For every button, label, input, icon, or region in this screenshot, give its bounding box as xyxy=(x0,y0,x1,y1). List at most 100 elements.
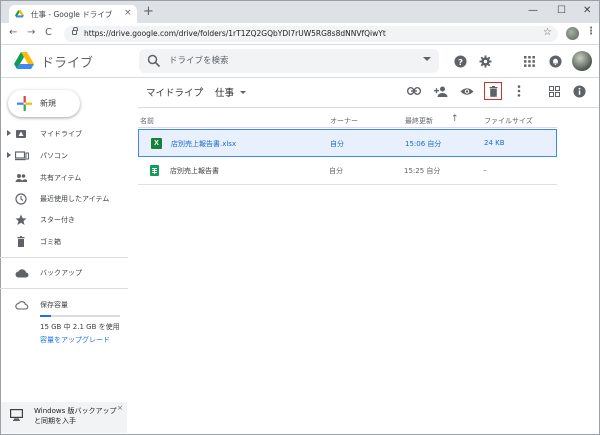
browser-menu-icon[interactable]: ⋮ xyxy=(586,26,596,37)
column-header-owner[interactable]: オーナー xyxy=(330,116,358,126)
app-name: ドライブ xyxy=(41,56,94,71)
help-icon[interactable]: ? xyxy=(452,53,468,69)
row-divider xyxy=(138,184,557,185)
shared-icon xyxy=(15,174,27,182)
backup-promo[interactable]: Windows 版バックアップと同期を入手 × xyxy=(1,402,127,433)
plus-icon xyxy=(17,96,32,111)
file-row[interactable]: X 店別売上報告書.xlsx 自分 15:06 自分 24 KB xyxy=(138,129,557,157)
new-tab-button[interactable]: + xyxy=(143,5,154,19)
sidebar-item-trash[interactable]: ゴミ箱 xyxy=(0,232,128,252)
breadcrumb-current-folder[interactable]: 仕事 xyxy=(215,85,234,99)
breadcrumb-my-drive[interactable]: マイドライブ xyxy=(146,85,203,99)
expand-arrow-icon[interactable] xyxy=(7,130,11,136)
my-drive-icon xyxy=(16,130,26,138)
excel-file-icon: X xyxy=(151,138,162,149)
sidebar-divider xyxy=(0,288,128,289)
header-divider xyxy=(1,77,599,78)
sheets-file-icon xyxy=(150,165,159,176)
more-actions-icon[interactable] xyxy=(510,82,528,100)
notifications-icon[interactable] xyxy=(547,53,563,69)
expand-arrow-icon[interactable] xyxy=(7,152,11,158)
drive-header: ドライブ ? xyxy=(1,45,599,77)
forward-button[interactable]: → xyxy=(27,27,35,39)
search-input[interactable] xyxy=(169,53,409,69)
url-text: https://drive.google.com/drive/folders/1… xyxy=(84,29,386,38)
drive-logo-icon[interactable] xyxy=(14,52,34,70)
sidebar-item-label: パソコン xyxy=(40,152,68,160)
info-icon[interactable] xyxy=(570,82,588,100)
sidebar-item-computers[interactable]: パソコン xyxy=(0,146,128,166)
tab-title: 仕事 - Google ドライブ xyxy=(31,10,113,19)
header-row-divider xyxy=(138,127,557,128)
remove-trash-button[interactable] xyxy=(484,82,502,100)
address-bar[interactable]: https://drive.google.com/drive/folders/1… xyxy=(64,26,558,42)
grid-view-icon[interactable] xyxy=(545,82,563,100)
preview-eye-icon[interactable] xyxy=(458,82,476,100)
sort-arrow-icon[interactable]: ↑ xyxy=(451,114,459,124)
computers-icon xyxy=(15,151,29,161)
reload-button[interactable]: C xyxy=(45,27,52,39)
toolbar-divider xyxy=(138,107,599,108)
sidebar-item-starred[interactable]: スター付き xyxy=(0,210,128,230)
file-name: 店別売上報告書.xlsx xyxy=(171,140,237,148)
share-add-person-icon[interactable] xyxy=(432,82,450,100)
sidebar-item-shared[interactable]: 共有アイテム xyxy=(0,168,128,188)
account-avatar[interactable] xyxy=(572,51,592,71)
browser-profile-avatar[interactable] xyxy=(566,27,579,40)
sidebar-item-storage[interactable]: 保存容量 xyxy=(0,295,128,315)
backup-promo-text: Windows 版バックアップと同期を入手 xyxy=(34,407,117,425)
computer-icon xyxy=(10,409,23,421)
sidebar-item-my-drive[interactable]: マイドライブ xyxy=(0,124,128,144)
get-link-icon[interactable] xyxy=(405,82,423,100)
settings-gear-icon[interactable] xyxy=(477,53,493,69)
apps-grid-icon[interactable] xyxy=(521,53,537,69)
svg-text:?: ? xyxy=(458,56,463,66)
sidebar-item-label: ゴミ箱 xyxy=(40,238,61,246)
minimize-button[interactable]: — xyxy=(528,5,538,17)
file-row[interactable]: 店別売上報告書 自分 15:25 自分 – xyxy=(138,157,557,185)
back-button[interactable]: ← xyxy=(9,27,17,39)
storage-progress-fill xyxy=(40,315,52,317)
storage-label: 保存容量 xyxy=(40,301,68,309)
search-box[interactable] xyxy=(139,49,439,73)
folder-menu-caret-icon[interactable] xyxy=(240,91,246,94)
search-options-icon[interactable] xyxy=(423,57,431,61)
sidebar-item-label: バックアップ xyxy=(40,269,82,277)
file-name: 店別売上報告書 xyxy=(170,167,219,175)
drive-favicon-icon xyxy=(15,10,24,18)
search-icon[interactable] xyxy=(147,54,161,68)
column-header-modified[interactable]: 最終更新 xyxy=(405,116,433,126)
file-size: – xyxy=(483,166,487,174)
close-icon[interactable]: × xyxy=(117,404,123,412)
storage-usage-text: 15 GB 中 2.1 GB を使用 xyxy=(40,323,120,331)
tab-close-icon[interactable]: × xyxy=(124,8,132,18)
breadcrumb-separator: › xyxy=(200,84,204,95)
file-size: 24 KB xyxy=(484,139,505,147)
new-button-label: 新規 xyxy=(40,99,56,108)
column-header-size[interactable]: ファイルサイズ xyxy=(484,116,533,126)
cloud-outline-icon xyxy=(15,301,29,310)
new-button[interactable]: 新規 xyxy=(8,90,80,117)
file-owner: 自分 xyxy=(329,167,343,175)
lock-icon xyxy=(72,27,78,35)
trash-icon xyxy=(489,85,497,97)
column-header-name[interactable]: 名前 xyxy=(140,116,154,126)
bookmark-star-icon[interactable]: ☆ xyxy=(543,27,552,38)
browser-toolbar: ← → C https://drive.google.com/drive/fol… xyxy=(1,23,599,45)
file-modified: 15:06 自分 xyxy=(405,140,442,148)
sidebar-item-backups[interactable]: バックアップ xyxy=(0,263,128,283)
recent-icon xyxy=(15,193,27,205)
browser-tab[interactable]: 仕事 - Google ドライブ × xyxy=(9,5,137,23)
maximize-button[interactable]: ☐ xyxy=(557,5,566,17)
cloud-icon xyxy=(15,269,29,278)
trash-icon xyxy=(17,236,25,247)
upgrade-storage-link[interactable]: 容量をアップグレード xyxy=(40,335,110,345)
sidebar-item-recent[interactable]: 最近使用したアイテム xyxy=(0,189,128,209)
star-icon xyxy=(15,214,27,225)
file-owner: 自分 xyxy=(330,140,344,148)
close-window-button[interactable]: ✕ xyxy=(583,5,591,17)
browser-tabstrip: 仕事 - Google ドライブ × + — ☐ ✕ xyxy=(1,1,599,23)
file-modified: 15:25 自分 xyxy=(404,167,441,175)
sidebar-item-label: 共有アイテム xyxy=(40,174,82,182)
sidebar-item-label: マイドライブ xyxy=(40,130,82,138)
